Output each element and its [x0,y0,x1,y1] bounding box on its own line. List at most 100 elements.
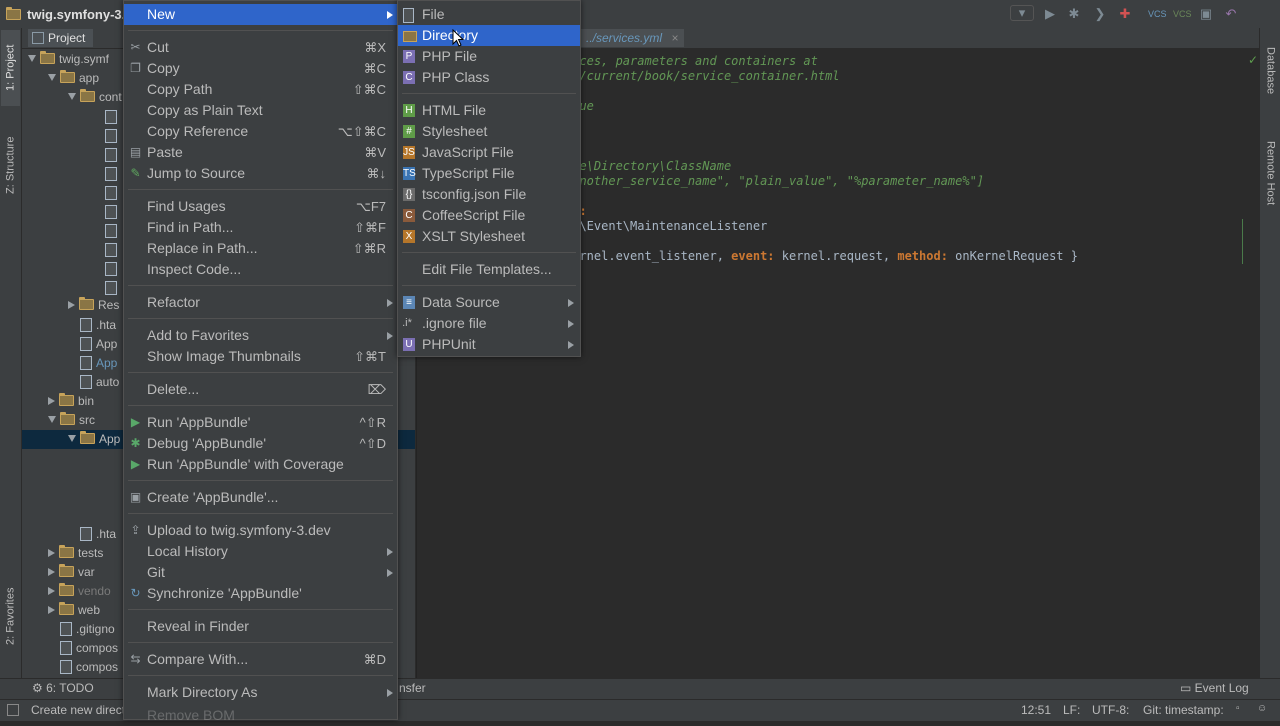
expanded-arrow-icon[interactable] [48,416,56,423]
menu-item-copy-reference[interactable]: Copy Reference ⌥⇧⌘C [124,121,397,142]
tree-row[interactable]: bin [48,391,94,410]
new-item-data-source[interactable]: ≡ Data Source [398,292,580,313]
menu-item-delete[interactable]: Delete... ⌦ [124,379,397,400]
menu-item-find-usages[interactable]: Find Usages ⌥F7 [124,196,397,217]
inspector-icon[interactable]: ☺ [1257,703,1267,714]
new-item-file[interactable]: File [398,4,580,25]
tree-row[interactable]: .gitigno [48,619,115,638]
undo-icon[interactable]: ↶ [1223,6,1239,22]
file-icon[interactable] [105,167,117,181]
file-icon[interactable] [105,262,117,276]
new-item-php-class[interactable]: C PHP Class [398,67,580,88]
menu-item-local-history[interactable]: Local History [124,541,397,562]
tree-row[interactable]: App [68,334,117,353]
expanded-arrow-icon[interactable] [68,435,76,442]
menu-item-run-appbundle[interactable]: ▶ Run 'AppBundle' ^⇧R [124,412,397,433]
new-item-directory[interactable]: Directory [398,25,580,46]
close-icon[interactable]: × [671,31,678,45]
tab-structure-tool[interactable]: Z: Structure [1,120,20,210]
vcs-update-icon[interactable]: VCS [1148,6,1167,22]
menu-item-find-in-path[interactable]: Find in Path... ⇧⌘F [124,217,397,238]
new-item-phpunit[interactable]: U PHPUnit [398,334,580,355]
menu-item-inspect-code[interactable]: Inspect Code... [124,259,397,280]
menu-item-new[interactable]: New [124,4,397,25]
vcs-commit-icon[interactable]: VCS [1173,6,1192,22]
file-icon[interactable] [105,205,117,219]
file-encoding[interactable]: UTF-8: [1092,703,1129,717]
tab-favorites-tool[interactable]: 2: Favorites [1,576,20,656]
file-icon[interactable] [105,186,117,200]
toggle-tool-windows-icon[interactable] [7,704,19,716]
new-item-php-file[interactable]: P PHP File [398,46,580,67]
file-icon[interactable] [105,110,117,124]
tree-row[interactable]: web [48,600,100,619]
lock-icon[interactable]: ▫ [1236,703,1240,714]
collapsed-arrow-icon[interactable] [48,586,55,595]
transfer-tab[interactable]: nsfer [399,681,426,695]
stop-icon[interactable]: ✚ [1117,6,1133,22]
new-item-html-file[interactable]: H HTML File [398,100,580,121]
menu-item-run-appbundle-with-coverage[interactable]: ▶ Run 'AppBundle' with Coverage [124,454,397,475]
line-separator[interactable]: LF: [1063,703,1080,717]
tree-row[interactable]: app [48,68,99,87]
run-config-dropdown-icon[interactable]: ▾ [1010,5,1034,21]
new-item-javascript-file[interactable]: JS JavaScript File [398,142,580,163]
menu-item-reveal-in-finder[interactable]: Reveal in Finder [124,616,397,637]
menu-item-mark-directory-as[interactable]: Mark Directory As [124,682,397,703]
menu-item-copy-as-plain-text[interactable]: Copy as Plain Text [124,100,397,121]
coverage-icon[interactable]: ❯ [1092,6,1108,22]
file-icon[interactable] [105,148,117,162]
menu-item-add-to-favorites[interactable]: Add to Favorites [124,325,397,346]
menu-item-synchronize-appbundle[interactable]: ↻ Synchronize 'AppBundle' [124,583,397,604]
file-icon[interactable] [105,243,117,257]
breadcrumb[interactable]: twig.symfony-3.d [6,4,133,24]
new-item-typescript-file[interactable]: TS TypeScript File [398,163,580,184]
menu-item-git[interactable]: Git [124,562,397,583]
file-icon[interactable] [105,281,117,295]
git-branch[interactable]: Git: timestamp: [1143,703,1224,717]
menu-item-create-appbundle[interactable]: ▣ Create 'AppBundle'... [124,487,397,508]
tree-row[interactable]: cont [68,87,122,106]
menu-item-show-image-thumbnails[interactable]: Show Image Thumbnails ⇧⌘T [124,346,397,367]
new-item-stylesheet[interactable]: # Stylesheet [398,121,580,142]
tree-row[interactable]: var [48,562,95,581]
menu-item-paste[interactable]: ▤ Paste ⌘V [124,142,397,163]
tree-row[interactable]: App [68,429,120,448]
project-view-tab[interactable]: Project [28,29,94,47]
tab-remote-host-tool[interactable]: Remote Host [1261,128,1280,218]
caret-position[interactable]: 12:51 [1021,703,1051,717]
tree-row[interactable]: auto [68,372,119,391]
tree-row[interactable]: src [48,410,95,429]
tree-row[interactable]: compos [48,657,118,676]
collapsed-arrow-icon[interactable] [48,567,55,576]
file-icon[interactable] [105,129,117,143]
new-item-ignore-file[interactable]: .i* .ignore file [398,313,580,334]
new-item-edit-file-templates[interactable]: Edit File Templates... [398,259,580,280]
event-log-tab[interactable]: ▭ Event Log [1180,681,1249,695]
menu-item-copy[interactable]: ❐ Copy ⌘C [124,58,397,79]
tree-row[interactable]: vendo [48,581,111,600]
tree-row[interactable]: Res [68,295,119,314]
new-item-xslt-stylesheet[interactable]: X XSLT Stylesheet [398,226,580,247]
tab-project-tool[interactable]: 1: Project [1,30,20,106]
collapsed-arrow-icon[interactable] [48,605,55,614]
menu-item-cut[interactable]: ✂ Cut ⌘X [124,37,397,58]
menu-item-replace-in-path[interactable]: Replace in Path... ⇧⌘R [124,238,397,259]
collapsed-arrow-icon[interactable] [48,548,55,557]
menu-item-copy-path[interactable]: Copy Path ⇧⌘C [124,79,397,100]
tree-row[interactable]: App [68,353,117,372]
tree-row[interactable]: tests [48,543,103,562]
menu-item-debug-appbundle[interactable]: ✱ Debug 'AppBundle' ^⇧D [124,433,397,454]
run-icon[interactable]: ▶ [1042,6,1058,22]
file-icon[interactable] [105,224,117,238]
menu-item-compare-with[interactable]: ⇆ Compare With... ⌘D [124,649,397,670]
menu-item-jump-to-source[interactable]: ✎ Jump to Source ⌘↓ [124,163,397,184]
tab-services-yml[interactable]: ../services.yml × [580,29,685,47]
tree-row[interactable]: .hta [68,524,116,543]
tree-row[interactable]: twig.symf [28,49,109,68]
expanded-arrow-icon[interactable] [28,55,36,62]
tree-row[interactable]: .hta [68,315,116,334]
tree-row[interactable]: compos [48,638,118,657]
breadcrumb-project[interactable]: twig.symfony-3.d [27,7,133,22]
collapsed-arrow-icon[interactable] [68,300,75,309]
